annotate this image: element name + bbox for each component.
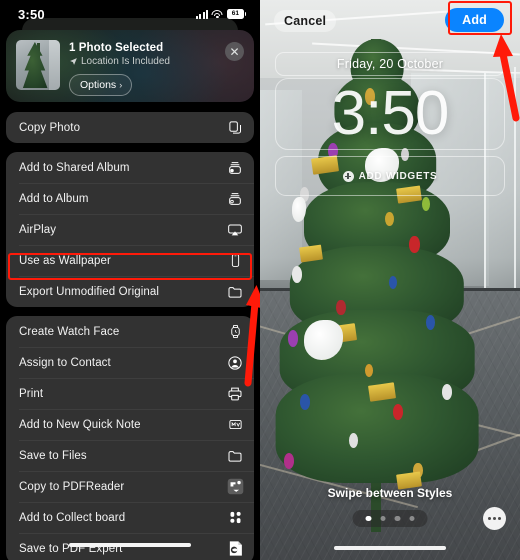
- action-label: Use as Wallpaper: [19, 254, 111, 267]
- home-indicator-right: [334, 546, 446, 550]
- selection-title: 1 Photo Selected: [69, 42, 164, 54]
- action-label: Print: [19, 387, 44, 400]
- copy-icon: [226, 119, 244, 137]
- action-row-add-to-album[interactable]: Add to Album: [6, 183, 254, 214]
- cancel-button[interactable]: Cancel: [274, 10, 337, 32]
- shared-album-icon: [226, 159, 244, 177]
- add-album-icon: [226, 190, 244, 208]
- lockscreen-date: Friday, 20 October: [336, 57, 444, 71]
- action-row-copy-to-pdfreader[interactable]: Copy to PDFReader: [6, 471, 254, 502]
- airplay-icon: [226, 221, 244, 239]
- chevron-right-icon: ›: [119, 79, 123, 90]
- action-row-print[interactable]: Print: [6, 378, 254, 409]
- action-label: Save to Files: [19, 449, 87, 462]
- wifi-icon: [211, 10, 223, 19]
- red-arrow-up-right: [493, 34, 520, 122]
- page-dot[interactable]: [394, 515, 400, 521]
- action-group-3: Create Watch Face Assign to Contact Prin…: [6, 316, 254, 560]
- wallpaper-preview-panel: Cancel Add Friday, 20 October 3:50 ADD W…: [260, 0, 520, 560]
- action-label: Add to Shared Album: [19, 161, 130, 174]
- action-row-use-as-wallpaper[interactable]: Use as Wallpaper: [6, 245, 254, 276]
- red-arrow-up-left: [244, 285, 260, 387]
- quick-note-icon: [226, 416, 244, 434]
- action-row-add-to-shared-album[interactable]: Add to Shared Album: [6, 152, 254, 183]
- action-row-create-watch-face[interactable]: Create Watch Face: [6, 316, 254, 347]
- action-label: Copy Photo: [19, 121, 81, 134]
- add-widgets-label: ADD WIDGETS: [358, 170, 438, 182]
- action-label: Add to New Quick Note: [19, 418, 141, 431]
- battery-level-text: 61: [231, 9, 240, 17]
- action-row-add-to-collect-board[interactable]: Add to Collect board: [6, 502, 254, 533]
- pdfreader-app-icon: [226, 478, 244, 496]
- action-row-copy-photo[interactable]: Copy Photo: [6, 112, 254, 143]
- action-label: Add to Album: [19, 192, 89, 205]
- action-group-2: Add to Shared Album Add to Album AirPlay…: [6, 152, 254, 307]
- page-dot[interactable]: [380, 515, 386, 521]
- lockscreen-clock-widget[interactable]: 3:50: [275, 78, 505, 150]
- style-page-dots[interactable]: [352, 509, 428, 527]
- action-label: AirPlay: [19, 223, 57, 236]
- status-bar-time: 3:50: [18, 6, 45, 22]
- files-folder-icon: [226, 447, 244, 465]
- add-widgets-button[interactable]: ADD WIDGETS: [275, 156, 505, 196]
- action-label: Export Unmodified Original: [19, 285, 160, 298]
- page-dot[interactable]: [409, 515, 415, 521]
- action-row-assign-to-contact[interactable]: Assign to Contact: [6, 347, 254, 378]
- share-action-groups: Copy Photo Add to Shared Album Add to Al…: [6, 112, 254, 560]
- action-row-export-unmodified-original[interactable]: Export Unmodified Original: [6, 276, 254, 307]
- status-bar: 3:50 61: [0, 0, 260, 28]
- options-button-label: Options: [80, 78, 117, 91]
- share-sheet-panel: 3:50 61 1 Photo Selected Location Is Inc…: [0, 0, 260, 560]
- collect-board-icon: [226, 509, 244, 527]
- status-bar-indicators: 61: [196, 9, 246, 19]
- share-sheet-header: 1 Photo Selected Location Is Included Op…: [6, 30, 254, 102]
- action-label: Copy to PDFReader: [19, 480, 125, 493]
- lockscreen-date-widget[interactable]: Friday, 20 October: [275, 52, 505, 76]
- action-label: Create Watch Face: [19, 325, 120, 338]
- action-row-airplay[interactable]: AirPlay: [6, 214, 254, 245]
- options-button[interactable]: Options ›: [69, 74, 133, 96]
- add-button[interactable]: Add: [445, 8, 504, 32]
- pdf-expert-app-icon: [226, 540, 244, 558]
- home-indicator-left: [69, 543, 191, 547]
- more-ellipsis-icon[interactable]: [483, 507, 506, 530]
- iphone-icon: [226, 252, 244, 270]
- action-label: Add to Collect board: [19, 511, 126, 524]
- location-arrow-icon: [70, 58, 77, 65]
- action-row-add-to-new-quick-note[interactable]: Add to New Quick Note: [6, 409, 254, 440]
- location-included-label: Location Is Included: [81, 56, 170, 67]
- plus-circle-icon: [342, 170, 354, 182]
- lockscreen-time: 3:50: [331, 79, 450, 148]
- cellular-signal-icon: [196, 9, 208, 19]
- screenshot-root: 3:50 61 1 Photo Selected Location Is Inc…: [0, 0, 520, 560]
- action-row-save-to-files[interactable]: Save to Files: [6, 440, 254, 471]
- page-dot[interactable]: [365, 515, 371, 521]
- photo-thumbnail[interactable]: [16, 40, 60, 90]
- battery-icon: 61: [226, 9, 246, 19]
- swipe-hint-label: Swipe between Styles: [327, 486, 453, 500]
- close-icon[interactable]: ✕: [225, 42, 244, 61]
- action-label: Assign to Contact: [19, 356, 111, 369]
- action-group-1: Copy Photo: [6, 112, 254, 143]
- preview-toolbar: Cancel Add: [260, 0, 520, 44]
